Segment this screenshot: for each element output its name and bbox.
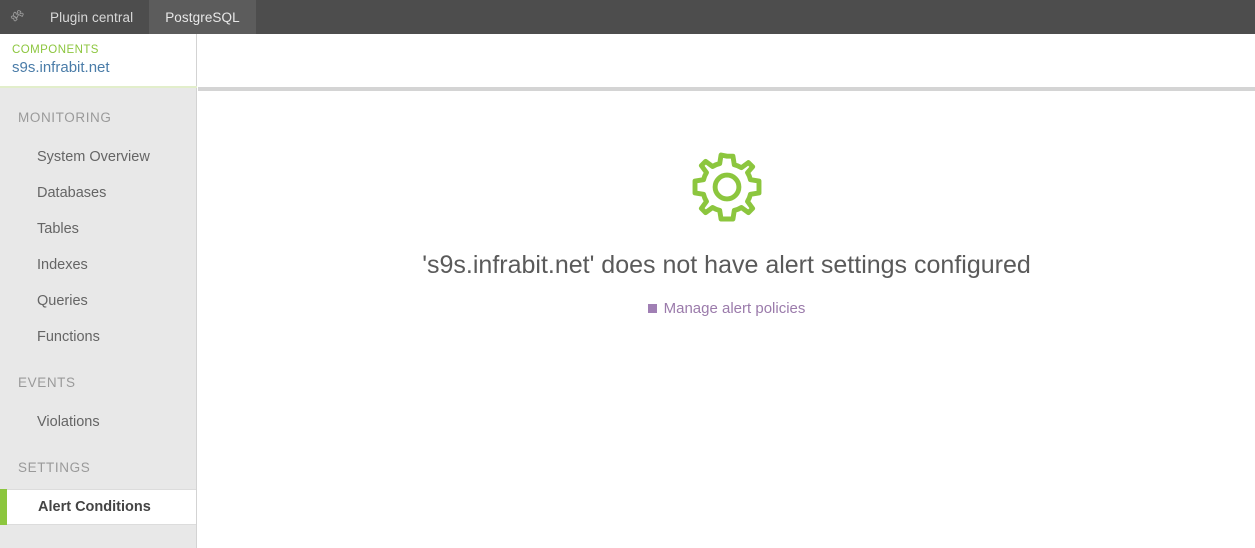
- sidebar-section-events: EVENTS: [18, 375, 76, 390]
- top-bar: Plugin central PostgreSQL: [0, 0, 1255, 34]
- tab-postgresql[interactable]: PostgreSQL: [149, 0, 256, 34]
- components-selector[interactable]: COMPONENTS s9s.infrabit.net: [0, 34, 197, 87]
- gear-icon: [198, 151, 1255, 223]
- sidebar-item-indexes[interactable]: Indexes: [0, 247, 196, 283]
- components-value[interactable]: s9s.infrabit.net: [12, 58, 196, 77]
- tab-plugin-central[interactable]: Plugin central: [34, 0, 149, 34]
- sidebar-item-functions[interactable]: Functions: [0, 319, 196, 355]
- sidebar-item-system-overview[interactable]: System Overview: [0, 139, 196, 175]
- sidebar-navigation: MONITORING System Overview Databases Tab…: [0, 88, 197, 548]
- sidebar-section-monitoring: MONITORING: [18, 110, 112, 125]
- application-window: Plugin central PostgreSQL COMPONENTS s9s…: [0, 0, 1255, 548]
- puzzle-plugin-icon: [0, 0, 34, 34]
- sidebar-item-alert-conditions[interactable]: Alert Conditions: [0, 489, 196, 525]
- header-row: COMPONENTS s9s.infrabit.net: [0, 34, 1255, 87]
- empty-state-title: 's9s.infrabit.net' does not have alert s…: [422, 251, 1031, 279]
- empty-state-link-row: Manage alert policies: [198, 300, 1255, 317]
- sidebar-item-violations[interactable]: Violations: [0, 404, 196, 440]
- empty-state-panel: 's9s.infrabit.net' does not have alert s…: [198, 91, 1255, 317]
- header-content-area: [198, 34, 1255, 87]
- sidebar-item-queries[interactable]: Queries: [0, 283, 196, 319]
- sidebar-item-databases[interactable]: Databases: [0, 175, 196, 211]
- sidebar-item-tables[interactable]: Tables: [0, 211, 196, 247]
- manage-alert-policies-link[interactable]: Manage alert policies: [664, 300, 806, 317]
- sidebar-section-settings: SETTINGS: [18, 460, 91, 475]
- components-label: COMPONENTS: [12, 44, 99, 56]
- square-bullet-icon: [647, 304, 657, 313]
- main-content: 's9s.infrabit.net' does not have alert s…: [198, 91, 1255, 548]
